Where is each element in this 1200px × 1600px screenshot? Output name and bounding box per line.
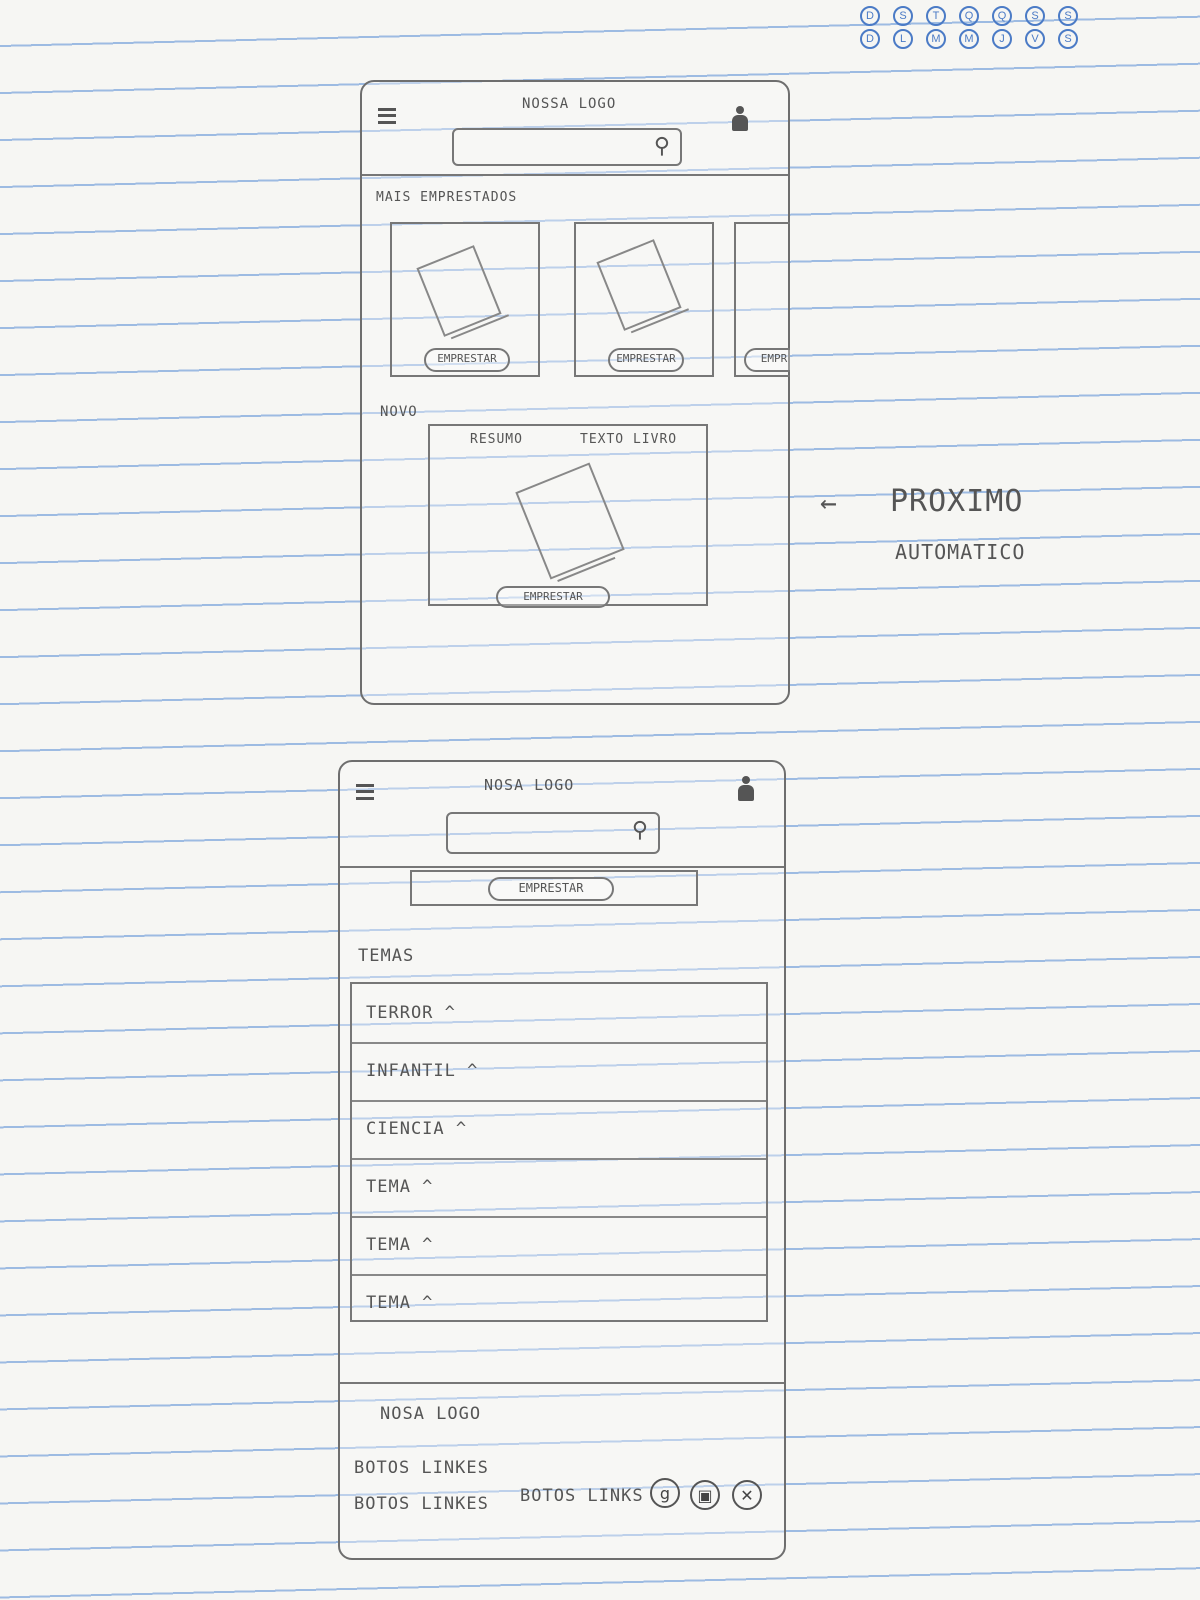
book-icon [596, 239, 682, 331]
hamburger-menu-icon[interactable] [378, 108, 396, 124]
hamburger-menu-icon[interactable] [356, 784, 374, 800]
theme-row[interactable]: TEMA ^ [352, 1158, 766, 1218]
featured-book-card: RESUMO TEXTO LIVRO EMPRESTAR [428, 424, 708, 608]
user-icon[interactable] [732, 106, 748, 132]
book-card-partial[interactable]: EMPR [734, 222, 790, 377]
footer-logo: NOSA LOGO [380, 1404, 482, 1424]
borrow-bar: EMPRESTAR [410, 870, 698, 906]
day-letter: T [926, 6, 946, 26]
annotation-next: PROXIMO [890, 484, 1024, 519]
footer-link[interactable]: BOTOS LINKES [354, 1494, 489, 1514]
day-letter: M [926, 29, 946, 49]
day-letter: L [893, 29, 913, 49]
mobile-screen-home: NOSSA LOGO ⚲ MAIS EMPRESTADOS EMPRESTAR … [360, 80, 790, 705]
book-icon [515, 462, 625, 580]
tab-summary[interactable]: RESUMO [470, 432, 523, 447]
day-letter: S [893, 6, 913, 26]
annotation-arrow: ← [820, 486, 838, 519]
day-letter: S [1058, 6, 1078, 26]
book-card[interactable]: EMPRESTAR [390, 222, 540, 377]
footer: NOSA LOGO BOTOS LINKES BOTOS LINKES BOTO… [340, 1382, 784, 1558]
search-icon[interactable]: ⚲ [632, 818, 648, 843]
borrow-button[interactable]: EMPRESTAR [488, 877, 614, 901]
theme-row[interactable]: TEMA ^ [352, 1274, 766, 1332]
section-title-most-borrowed: MAIS EMPRESTADOS [376, 190, 518, 205]
footer-link[interactable]: BOTOS LINKES [354, 1458, 489, 1478]
borrow-button[interactable]: EMPRESTAR [424, 348, 510, 372]
mobile-screen-category: NOSA LOGO ⚲ EMPRESTAR TEMAS TERROR ^ INF… [338, 760, 786, 1560]
header-divider [340, 866, 784, 868]
search-input[interactable]: ⚲ [452, 128, 682, 166]
theme-row[interactable]: TEMA ^ [352, 1216, 766, 1276]
footer-link[interactable]: BOTOS LINKS [520, 1486, 644, 1506]
day-letter: S [1058, 29, 1078, 49]
day-letter: S [1025, 6, 1045, 26]
tab-book-text[interactable]: TEXTO LIVRO [580, 432, 677, 447]
day-letter: D [860, 29, 880, 49]
borrow-button[interactable]: EMPR [744, 348, 790, 372]
book-card[interactable]: EMPRESTAR [574, 222, 714, 377]
search-input[interactable]: ⚲ [446, 812, 660, 854]
annotation-automatic: AUTOMATICO [895, 540, 1026, 564]
app-logo: NOSA LOGO [484, 776, 575, 794]
google-icon[interactable]: g [650, 1478, 680, 1508]
section-title-new: NOVO [380, 404, 418, 420]
book-icon [416, 245, 502, 337]
day-letter: D [860, 6, 880, 26]
themes-title: TEMAS [358, 946, 415, 966]
borrow-button[interactable]: EMPRESTAR [496, 586, 610, 608]
instagram-icon[interactable]: ▣ [690, 1480, 720, 1510]
theme-row-ciencia[interactable]: CIENCIA ^ [352, 1100, 766, 1160]
app-logo: NOSSA LOGO [522, 96, 617, 112]
weekday-stamp: D S T Q Q S S D L M M J V S [860, 6, 1090, 54]
x-twitter-icon[interactable]: ✕ [732, 1480, 762, 1510]
borrow-button[interactable]: EMPRESTAR [608, 348, 684, 372]
themes-list: TERROR ^ INFANTIL ^ CIENCIA ^ TEMA ^ TEM… [350, 982, 768, 1322]
theme-row-infantil[interactable]: INFANTIL ^ [352, 1042, 766, 1102]
day-letter: Q [959, 6, 979, 26]
header-divider [362, 174, 788, 176]
day-letter: J [992, 29, 1012, 49]
day-letter: Q [992, 6, 1012, 26]
day-letter: V [1025, 29, 1045, 49]
user-icon[interactable] [738, 776, 754, 802]
day-letter: M [959, 29, 979, 49]
theme-row-terror[interactable]: TERROR ^ [352, 984, 766, 1044]
search-icon[interactable]: ⚲ [654, 134, 670, 159]
